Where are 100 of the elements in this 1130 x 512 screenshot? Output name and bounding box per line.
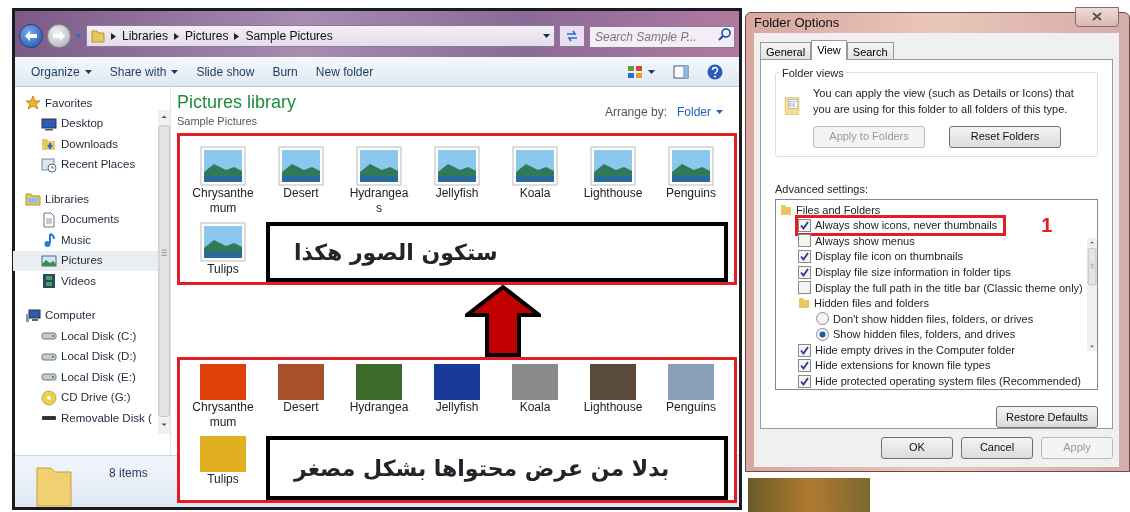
library-title: Pictures library (177, 93, 297, 113)
folder-icon (91, 29, 105, 43)
landscape-icon (668, 146, 714, 187)
nav-group[interactable]: Computer (25, 305, 158, 326)
file-item[interactable]: Chrysanthemum (188, 146, 258, 217)
nav-item[interactable]: CD Drive (G:) (25, 387, 158, 408)
panel-icon (673, 64, 689, 79)
library-subtitle: Sample Pictures (177, 113, 259, 129)
annotation-box: ستكون الصور هكذا (266, 222, 728, 283)
chevron-icon (174, 32, 180, 40)
close-icon (1092, 12, 1102, 22)
setting-item[interactable]: Display the full path in the title bar (Classic theme only) (798, 279, 1083, 296)
refresh-icon (565, 30, 579, 42)
setting-group[interactable]: Files and Folders (780, 201, 881, 219)
nav-item[interactable]: Desktop (25, 113, 158, 134)
close-button[interactable] (1075, 6, 1119, 27)
nav-group[interactable]: Libraries (25, 189, 158, 210)
forward-button[interactable] (47, 24, 71, 48)
file-item[interactable]: Jellyfish (422, 146, 492, 217)
search-field[interactable]: Search Sample P... (589, 26, 735, 48)
nav-item[interactable]: Downloads (25, 134, 158, 155)
grid-icon (627, 64, 643, 79)
drive-icon (41, 352, 57, 361)
tab[interactable]: Search (846, 41, 894, 59)
folder-icon (798, 297, 810, 310)
breadcrumb-item[interactable]: Sample Pictures (245, 27, 333, 45)
setting-item[interactable]: Always show menus (798, 232, 915, 250)
breadcrumb-item[interactable]: Pictures (185, 27, 229, 45)
document-icon (41, 211, 57, 228)
toolbar-button[interactable]: Slide show (190, 60, 261, 83)
tab[interactable]: General (760, 41, 812, 59)
setting-item[interactable]: Display file size information in folder tips (798, 263, 1011, 281)
nav-item[interactable]: Local Disk (E:) (25, 367, 158, 388)
file-item[interactable]: Koala (500, 146, 570, 217)
caret-icon (543, 34, 550, 38)
nav-group[interactable]: Favorites (25, 93, 158, 114)
dialog-button[interactable]: Cancel (961, 436, 1033, 459)
folder-icon (780, 203, 792, 216)
address-dropdown-button[interactable] (543, 34, 550, 38)
file-item[interactable]: Tulips (188, 222, 258, 283)
clock-icon (41, 156, 57, 173)
dialog-button[interactable]: Reset Folders (949, 125, 1062, 148)
setting-group[interactable]: Hidden files and folders (798, 295, 929, 312)
setting-item[interactable]: Show hidden files, folders, and drives (816, 326, 1016, 343)
file-item[interactable]: Tulips (188, 436, 258, 501)
file-item[interactable]: Lighthouse (578, 146, 648, 217)
caret-icon (648, 69, 655, 74)
file-item[interactable]: Hydrangeas (344, 146, 414, 217)
refresh-button[interactable] (559, 25, 585, 47)
setting-item[interactable]: Hide protected operating system files (Recommended) (798, 373, 1081, 390)
caret-icon (716, 110, 723, 114)
file-item[interactable]: Koala (500, 364, 570, 431)
toolbar-button[interactable]: Organize (25, 60, 98, 83)
nav-item[interactable]: Recent Places (25, 154, 158, 175)
caret-icon (75, 34, 82, 38)
setting-item[interactable]: Don't show hidden files, folders, or drives (816, 310, 1034, 328)
landscape-icon (356, 146, 402, 187)
search-icon (718, 28, 731, 41)
drive-icon (41, 416, 57, 421)
toolbar-button[interactable]: Share with (103, 60, 185, 83)
annotation-number: 1 (1041, 215, 1053, 236)
file-item[interactable]: Lighthouse (578, 364, 648, 431)
section-label: Advanced settings: (775, 181, 869, 197)
annotation-box: بدلا من عرض محتواها بشكل مصغر (266, 436, 728, 501)
arrow-icon (52, 30, 66, 42)
landscape-icon (278, 146, 324, 187)
nav-item[interactable]: Music (25, 230, 158, 251)
nav-item[interactable]: Videos (25, 271, 158, 292)
nav-item[interactable]: Local Disk (C:) (25, 326, 158, 347)
back-button[interactable] (19, 24, 43, 48)
dialog-button[interactable]: Restore Defaults (996, 406, 1098, 428)
file-item[interactable]: Hydrangea (344, 364, 414, 431)
setting-item[interactable]: Display file icon on thumbnails (798, 248, 963, 265)
arrange-dropdown[interactable]: Folder (677, 103, 723, 121)
help-icon (707, 63, 723, 80)
file-item[interactable]: Penguins (656, 146, 726, 217)
item-count: 8 items (109, 465, 148, 482)
file-item[interactable]: Desert (266, 146, 336, 217)
arrange-label: Arrange by: (604, 104, 667, 121)
toolbar-button[interactable]: Burn (266, 60, 304, 83)
toolbar-button[interactable]: New folder (309, 60, 380, 83)
tab[interactable]: View (811, 39, 847, 60)
file-item[interactable]: Penguins (656, 364, 726, 431)
nav-item[interactable]: Pictures (13, 250, 158, 271)
monitor-icon (41, 115, 57, 132)
file-item[interactable]: Jellyfish (422, 364, 492, 431)
file-item[interactable]: Desert (266, 364, 336, 431)
breadcrumb-item[interactable]: Libraries (122, 27, 169, 45)
nav-item[interactable]: Local Disk (D:) (25, 346, 158, 367)
nav-item[interactable]: Documents (25, 209, 158, 230)
setting-item[interactable]: Hide extensions for known file types (798, 357, 991, 374)
nav-item[interactable]: Removable Disk ( (25, 408, 158, 429)
dialog-button[interactable]: OK (881, 436, 953, 459)
dialog-title: Folder Options (754, 14, 840, 32)
folder-icon (35, 464, 73, 508)
file-item[interactable]: Chrysanthemum (188, 364, 258, 431)
folder-icon (25, 191, 41, 208)
setting-item[interactable]: Hide empty drives in the Computer folder (798, 341, 1015, 359)
star-icon (25, 95, 41, 112)
setting-item[interactable]: Always show icons, never thumbnails (798, 217, 998, 234)
